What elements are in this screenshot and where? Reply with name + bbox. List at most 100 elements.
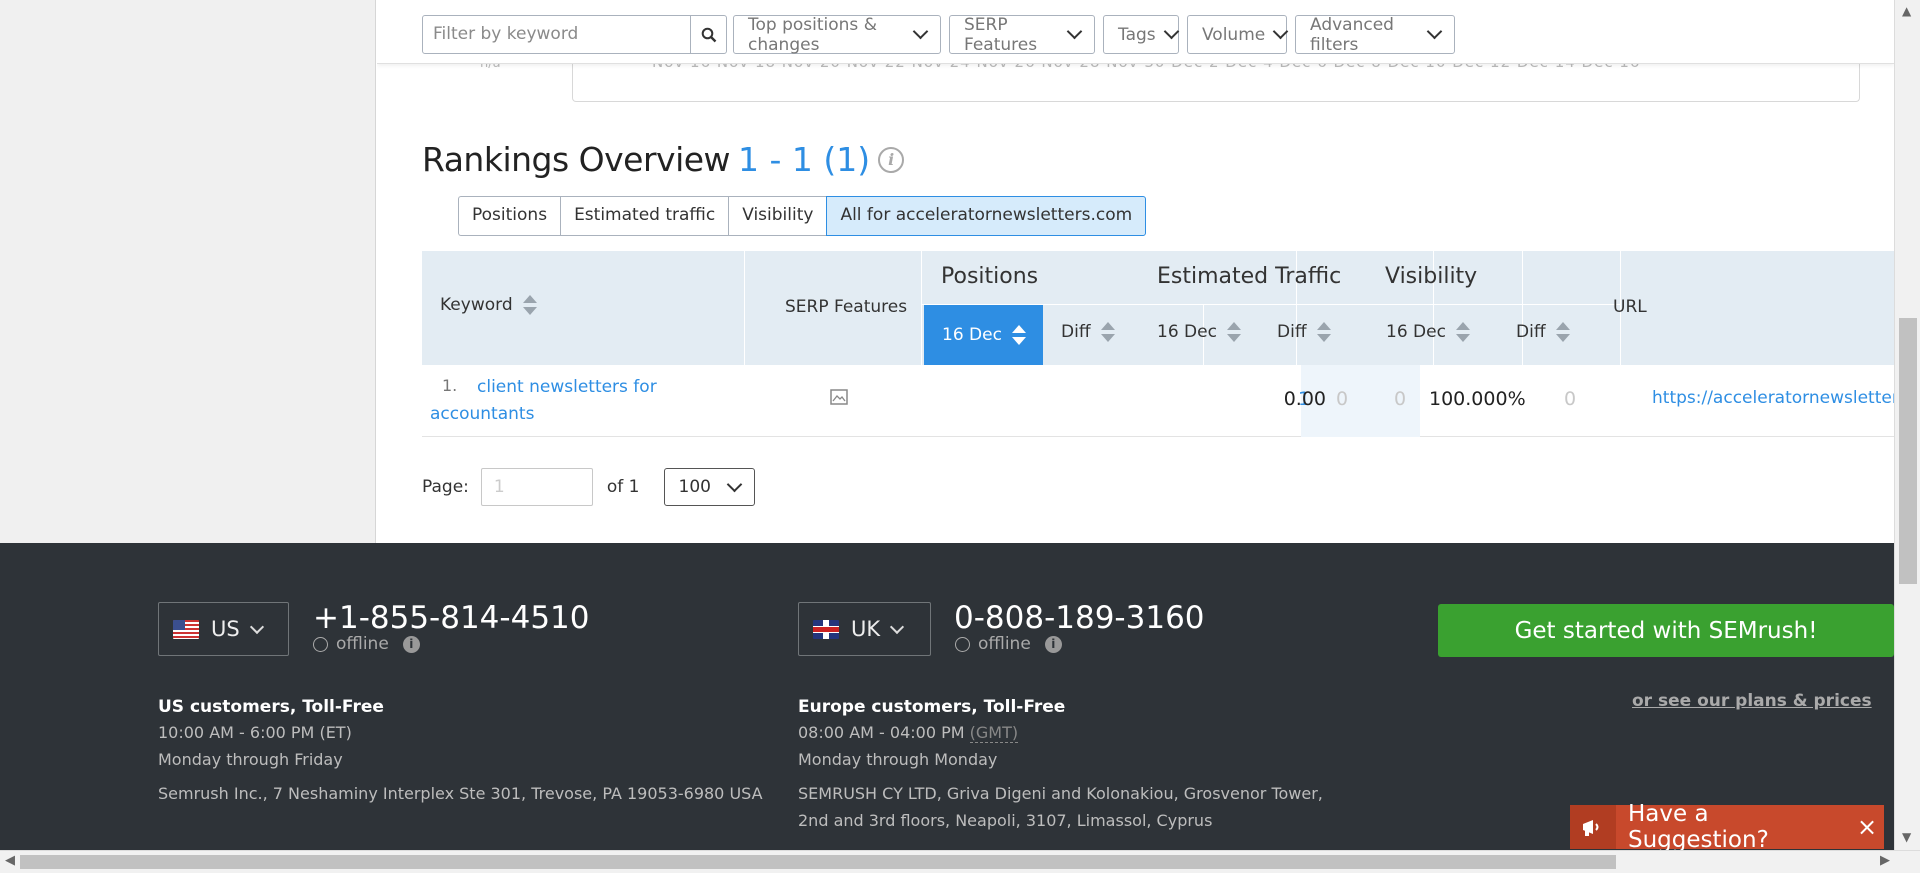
sort-icon (1226, 322, 1241, 342)
tags-dropdown[interactable]: Tags (1103, 15, 1179, 54)
status-ring-icon (313, 636, 328, 652)
col-keyword[interactable]: Keyword (440, 295, 537, 315)
col-group-visibility: Visibility (1385, 264, 1478, 289)
us-heading: US customers, Toll-Free (158, 697, 384, 717)
chevron-down-icon (249, 619, 264, 634)
col-keyword-label: Keyword (440, 295, 513, 315)
col-url: URL (1613, 297, 1647, 317)
keyword-line: client newsletters for (477, 377, 657, 397)
dropdown-label: SERP Features (964, 14, 1038, 55)
uk-hours-time: 08:00 AM - 04:00 PM (798, 723, 965, 742)
scroll-left-icon[interactable]: ◀ (5, 853, 15, 868)
country-code: US (211, 617, 240, 641)
view-tabs: Positions Estimated traffic Visibility A… (458, 196, 1147, 236)
uk-country-select[interactable]: UK (798, 602, 931, 656)
col-traffic-diff[interactable]: Diff (1277, 322, 1331, 342)
page-total: of 1 (606, 477, 640, 497)
us-hours: 10:00 AM - 6:00 PM (ET) (158, 723, 352, 742)
page-input[interactable]: 1 (480, 468, 593, 506)
scroll-thumb[interactable] (1899, 318, 1917, 584)
tab-all[interactable]: All for acceleratornewsletters.com (826, 196, 1147, 236)
us-days: Monday through Friday (158, 750, 343, 769)
col-visibility-date[interactable]: 16 Dec (1386, 322, 1470, 342)
us-address: Semrush Inc., 7 Neshaminy Interplex Ste … (158, 784, 763, 803)
serp-features-dropdown[interactable]: SERP Features (949, 14, 1095, 55)
tab-estimated-traffic[interactable]: Estimated traffic (560, 196, 729, 236)
chevron-down-icon (1066, 23, 1083, 40)
keyword-filter[interactable]: Filter by keyword (422, 15, 727, 54)
main-content: n/a Nov 16 Nov 18 Nov 20 Nov 22 Nov 24 N… (377, 0, 1894, 543)
uk-status: offline i (955, 634, 1062, 654)
left-gutter (0, 0, 376, 543)
advanced-filters-dropdown[interactable]: Advanced filters (1295, 14, 1455, 55)
status-text: offline (336, 634, 389, 654)
uk-heading: Europe customers, Toll-Free (798, 697, 1066, 717)
dropdown-label: Advanced filters (1310, 14, 1394, 55)
horizontal-scrollbar[interactable]: ◀ ▶ (0, 850, 1920, 873)
uk-hours-tz: (GMT) (969, 723, 1019, 743)
suggestion-widget[interactable]: Have a Suggestion? × (1570, 801, 1884, 853)
col-label: 16 Dec (1386, 322, 1446, 342)
top-positions-dropdown[interactable]: Top positions & changes (733, 14, 941, 55)
info-icon[interactable]: i (878, 146, 905, 173)
per-page-value: 100 (678, 477, 711, 497)
url-link[interactable]: https://acceleratornewsletters.com (1652, 388, 1894, 408)
chevron-down-icon (890, 619, 905, 634)
keyword-link[interactable]: client newsletters for accountants (430, 374, 690, 428)
us-country-select[interactable]: US (158, 602, 289, 656)
col-traffic-date[interactable]: 16 Dec (1157, 322, 1241, 342)
uk-days: Monday through Monday (798, 750, 998, 769)
uk-address-line1: SEMRUSH CY LTD, Griva Digeni and Kolonak… (798, 784, 1323, 803)
filter-bar: Filter by keyword Top positions & change… (377, 0, 1894, 64)
col-label: Diff (1516, 322, 1546, 342)
tab-positions[interactable]: Positions (458, 196, 561, 236)
megaphone-icon (1570, 805, 1616, 849)
col-positions-date-active[interactable]: 16 Dec (924, 305, 1043, 365)
dropdown-label: Top positions & changes (748, 14, 877, 55)
uk-phone[interactable]: 0-808-189-3160 (954, 600, 1205, 636)
search-button[interactable] (690, 16, 726, 53)
info-icon[interactable]: i (402, 635, 420, 653)
status-text: offline (978, 634, 1031, 654)
footer: US +1-855-814-4510 offline i US customer… (0, 543, 1894, 850)
col-label: 16 Dec (1157, 322, 1217, 342)
tab-visibility[interactable]: Visibility (728, 196, 827, 236)
dropdown-label: Volume (1202, 24, 1266, 45)
scroll-down-icon[interactable]: ▼ (1902, 830, 1911, 844)
traffic-value-display: 0.00 (1283, 388, 1326, 410)
visibility-value: 100.000% (1429, 388, 1526, 410)
suggestion-label: Have a Suggestion? (1628, 801, 1769, 853)
sort-icon (1316, 322, 1331, 342)
page-label: Page: (422, 477, 469, 497)
keyword-filter-input[interactable]: Filter by keyword (423, 16, 690, 53)
col-group-positions: Positions (941, 264, 1039, 289)
info-icon[interactable]: i (1044, 635, 1062, 653)
traffic-diff: 0 (1336, 388, 1349, 410)
col-label: 16 Dec (942, 325, 1002, 345)
volume-dropdown[interactable]: Volume (1187, 15, 1289, 54)
scroll-up-icon[interactable]: ▲ (1902, 4, 1911, 18)
col-label: Diff (1061, 322, 1091, 342)
col-positions-diff[interactable]: Diff (1061, 322, 1115, 342)
plans-prices-link[interactable]: or see our plans & prices (1632, 691, 1872, 711)
position-diff: 0 (1394, 388, 1407, 410)
search-icon (701, 27, 716, 42)
uk-flag-icon (813, 619, 839, 639)
us-flag-icon (173, 619, 199, 639)
sort-icon (1455, 322, 1470, 342)
pagination: Page: 1 of 1 100 (422, 468, 755, 506)
uk-hours: 08:00 AM - 04:00 PM (GMT) (798, 719, 1019, 746)
vertical-scrollbar[interactable]: ▲ ▼ (1894, 0, 1920, 850)
scroll-thumb[interactable] (20, 855, 1616, 869)
col-visibility-diff[interactable]: Diff (1516, 322, 1570, 342)
chevron-down-icon (912, 23, 929, 40)
per-page-select[interactable]: 100 (663, 468, 755, 506)
scroll-right-icon[interactable]: ▶ (1880, 853, 1890, 868)
col-serp-features: SERP Features (785, 297, 908, 317)
rankings-heading: Rankings Overview 1 - 1 (1) i (422, 140, 905, 179)
image-serp-icon (830, 388, 848, 410)
get-started-button[interactable]: Get started with SEMrush! (1438, 604, 1894, 657)
close-icon[interactable]: × (1850, 813, 1884, 841)
us-phone[interactable]: +1-855-814-4510 (313, 600, 590, 636)
keyword-line: accountants (430, 404, 535, 424)
